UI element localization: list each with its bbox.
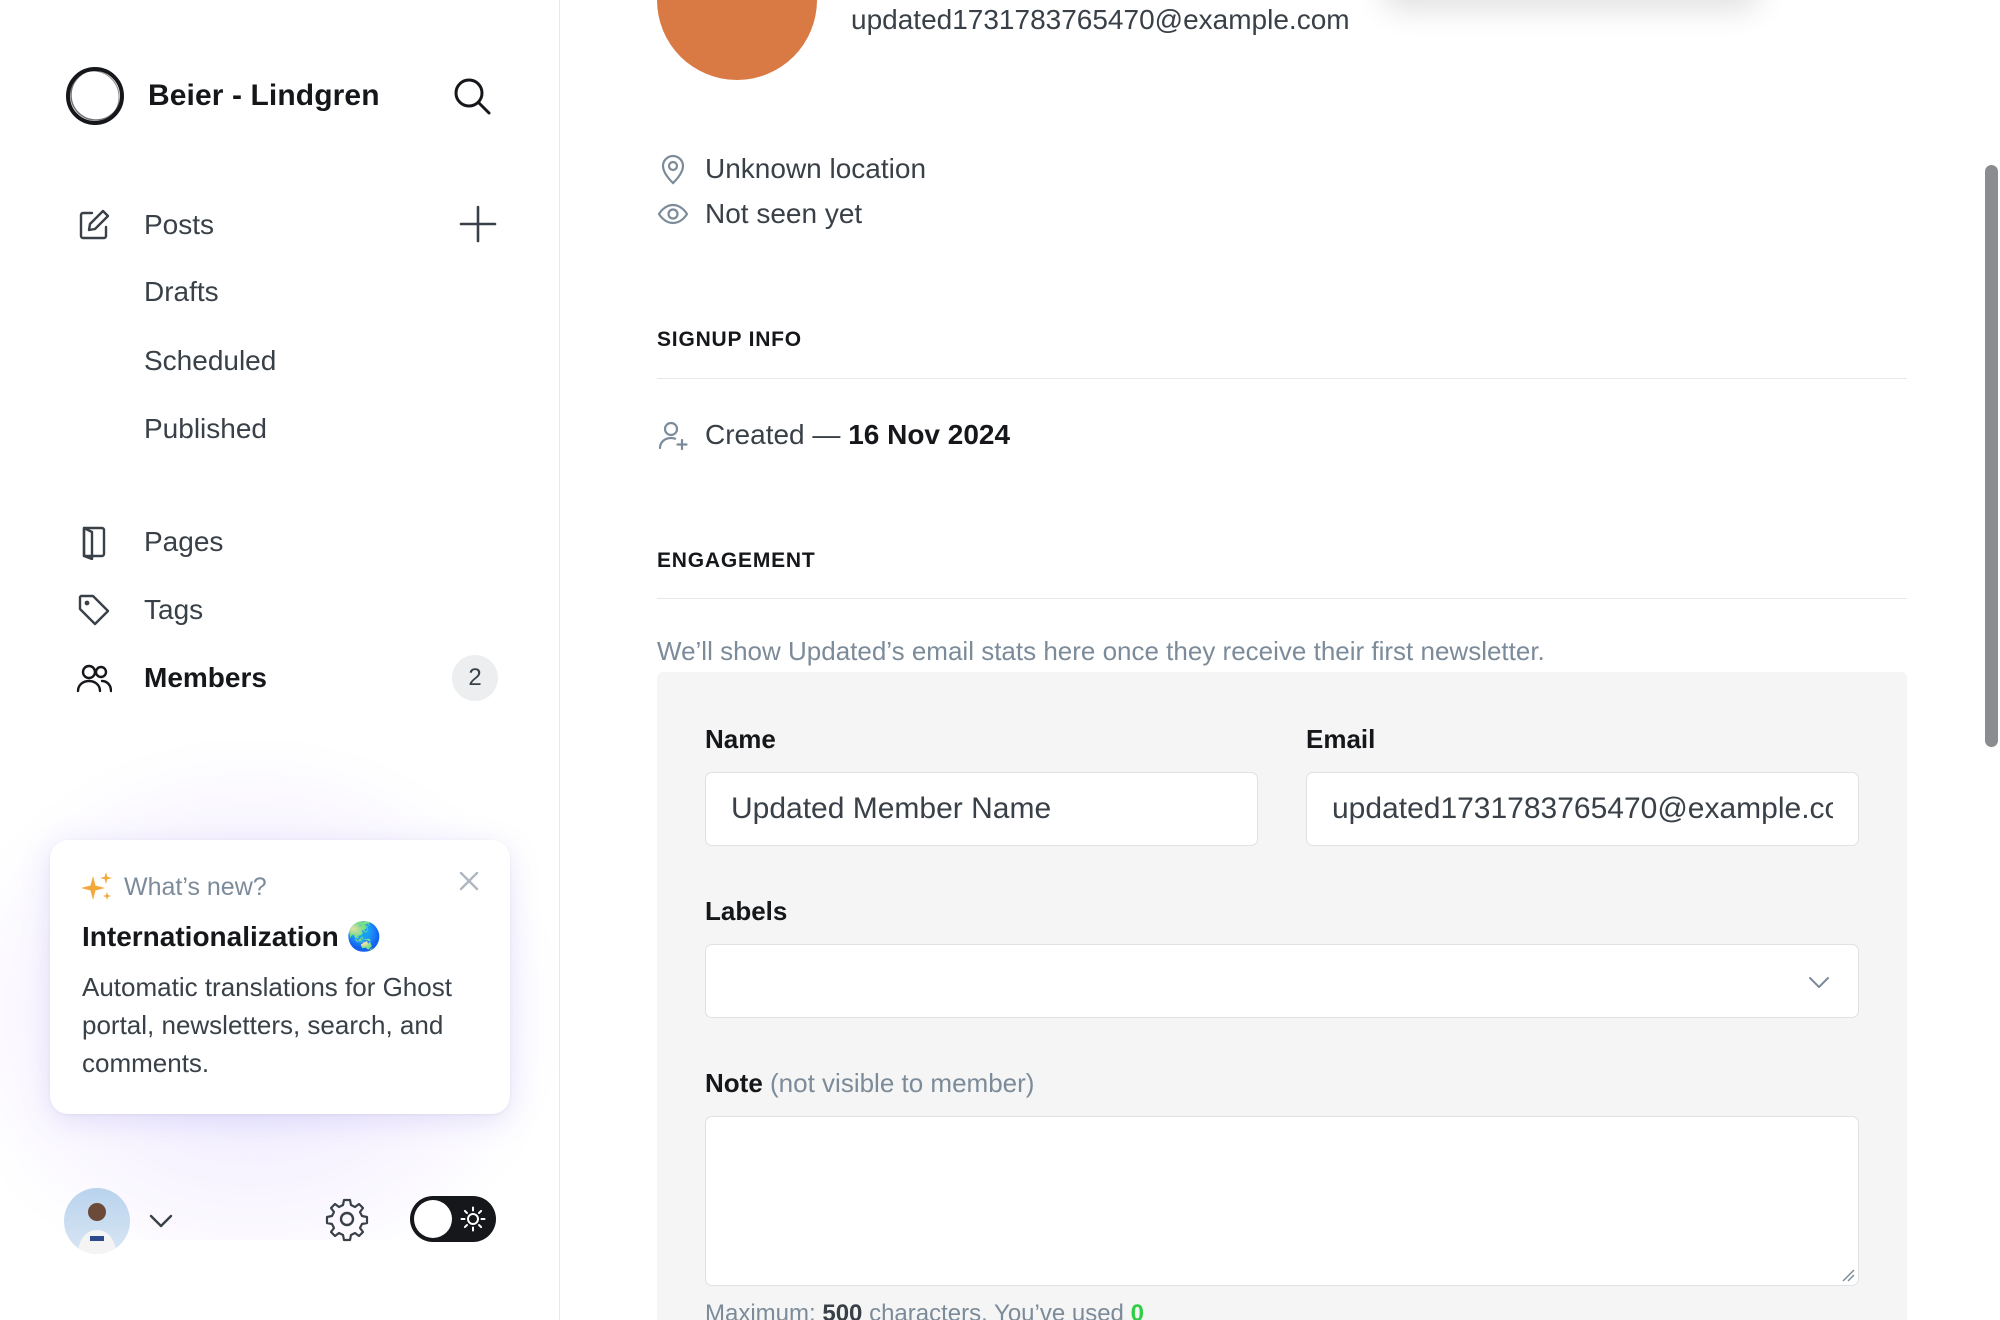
- created-prefix: Created —: [705, 419, 841, 450]
- search-icon[interactable]: [450, 74, 494, 118]
- sidebar-item-members[interactable]: Members: [76, 653, 267, 703]
- location-row: Unknown location: [657, 149, 926, 189]
- last-seen-row: Not seen yet: [657, 194, 862, 234]
- members-count-badge: 2: [452, 655, 498, 701]
- email-label: Email: [1306, 724, 1376, 754]
- edit-icon: [79, 209, 110, 240]
- char-count-middle: characters. You’ve used: [869, 1300, 1124, 1320]
- sidebar-item-published[interactable]: Published: [144, 404, 267, 454]
- sidebar-item-label: Pages: [144, 526, 224, 557]
- theme-toggle[interactable]: [410, 1196, 496, 1242]
- created-date: 16 Nov 2024: [848, 419, 1011, 450]
- member-location: Unknown location: [705, 153, 927, 184]
- name-field[interactable]: [705, 772, 1258, 846]
- members-icon: [76, 664, 112, 693]
- divider: [657, 598, 1907, 599]
- tag-icon: [78, 594, 110, 626]
- labels-select[interactable]: [705, 944, 1859, 1018]
- sidebar: Beier - Lindgren Posts Drafts Scheduled …: [0, 0, 560, 1320]
- resize-handle-icon[interactable]: [1841, 1268, 1855, 1282]
- created-text: Created — 16 Nov 2024: [705, 419, 1010, 451]
- whats-new-body: Automatic translations for Ghost portal,…: [82, 972, 452, 1078]
- brand-name: Beier - Lindgren: [148, 79, 380, 112]
- member-detail: UN updated1731783765470@example.com Unkn…: [561, 0, 2000, 1320]
- note-label-text: Note: [705, 1068, 763, 1098]
- char-count-used: 0: [1130, 1300, 1144, 1320]
- member-form: Name Email Labels Note (not visible to m…: [657, 672, 1907, 1320]
- member-avatar: UN: [657, 0, 817, 80]
- brand-logo-icon: [66, 67, 124, 125]
- sidebar-item-drafts[interactable]: Drafts: [144, 267, 219, 317]
- scrollbar-thumb[interactable]: [1985, 165, 1998, 747]
- location-pin-icon: [661, 154, 685, 185]
- sidebar-item-posts[interactable]: Posts: [76, 200, 214, 250]
- sidebar-item-tags[interactable]: Tags: [76, 585, 203, 635]
- eye-icon: [657, 203, 689, 225]
- member-email: updated1731783765470@example.com: [851, 4, 1350, 35]
- note-textarea[interactable]: [705, 1116, 1859, 1286]
- created-row: Created — 16 Nov 2024: [657, 415, 1010, 455]
- close-icon[interactable]: [454, 866, 484, 896]
- sidebar-item-scheduled[interactable]: Scheduled: [144, 336, 276, 386]
- sidebar-item-label: Posts: [144, 209, 215, 240]
- brand[interactable]: Beier - Lindgren: [64, 64, 380, 128]
- sun-icon: [460, 1206, 486, 1232]
- sidebar-item-label: Members: [144, 662, 267, 693]
- sidebar-item-label: Tags: [144, 594, 204, 625]
- add-post-button[interactable]: [458, 204, 498, 244]
- chevron-down-icon: [1809, 977, 1829, 988]
- whats-new-kicker: What’s new?: [124, 872, 267, 901]
- chevron-down-icon[interactable]: [146, 1206, 176, 1236]
- email-field[interactable]: [1306, 772, 1859, 846]
- page-icon: [82, 526, 106, 560]
- toggle-knob: [414, 1200, 452, 1238]
- user-plus-icon: [658, 421, 688, 451]
- whats-new-title: Internationalization 🌏: [82, 921, 382, 952]
- avatar[interactable]: [64, 1188, 130, 1254]
- name-label: Name: [705, 724, 776, 754]
- gear-icon[interactable]: [324, 1196, 370, 1242]
- whats-new-card[interactable]: What’s new? Internationalization 🌏 Autom…: [50, 840, 510, 1114]
- note-hint: (not visible to member): [770, 1068, 1035, 1098]
- sidebar-item-pages[interactable]: Pages: [76, 517, 223, 567]
- member-last-seen: Not seen yet: [705, 198, 863, 229]
- sparkle-icon: [81, 872, 112, 900]
- note-label: Note (not visible to member): [705, 1068, 1034, 1099]
- labels-label: Labels: [705, 896, 788, 926]
- divider: [657, 378, 1907, 379]
- engagement-note: We’ll show Updated’s email stats here on…: [657, 636, 1545, 666]
- signup-info-heading: SIGNUP INFO: [657, 328, 802, 351]
- avatar-photo: [78, 1203, 116, 1254]
- engagement-heading: ENGAGEMENT: [657, 549, 816, 572]
- whats-new-header: What’s new?: [80, 870, 267, 904]
- note-char-count: Maximum: 500 characters. You’ve used 0: [705, 1300, 1144, 1320]
- char-count-max: 500: [822, 1300, 863, 1320]
- char-count-prefix: Maximum:: [705, 1300, 816, 1320]
